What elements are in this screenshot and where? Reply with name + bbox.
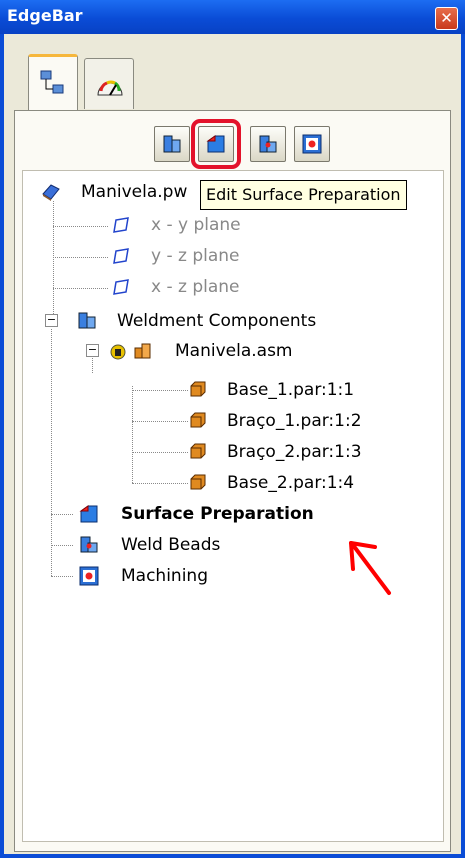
pathfinder-tree: Manivela.pw x - y plane y - z plane x - …	[22, 170, 444, 842]
edit-surface-preparation-button[interactable]	[191, 119, 241, 169]
window-title: EdgeBar	[7, 6, 83, 25]
tooltip: Edit Surface Preparation	[200, 180, 407, 210]
gauge-icon	[97, 80, 123, 96]
weld-beads-icon	[259, 135, 277, 153]
tree-item-label: Weld Beads	[121, 535, 221, 555]
tab-pathfinder[interactable]	[28, 54, 78, 114]
surface-preparation-icon	[79, 505, 98, 523]
weldment-components-icon	[78, 312, 96, 329]
machining-button[interactable]	[294, 126, 330, 162]
tree-item-label: Surface Preparation	[121, 504, 314, 524]
lock-status-icon	[110, 344, 126, 360]
collapse-toggle[interactable]: −	[86, 344, 99, 357]
tab-gauge[interactable]	[84, 58, 134, 109]
close-button[interactable]: ✕	[435, 7, 458, 30]
part-icon	[190, 474, 206, 490]
tree-item-label: x - y plane	[151, 215, 241, 235]
tree-item-label: Machining	[121, 566, 208, 586]
red-arrow-icon	[349, 541, 391, 595]
pathfinder-tree-icon	[40, 70, 64, 94]
machining-icon	[79, 566, 99, 586]
plane-icon	[113, 248, 129, 264]
tree-item-label: Manivela.asm	[175, 341, 293, 361]
title-bar: EdgeBar ✕	[0, 0, 465, 34]
weldment-document-icon	[42, 184, 60, 201]
assembly-icon	[134, 343, 151, 359]
collapse-toggle[interactable]: −	[45, 314, 58, 327]
part-icon	[190, 412, 206, 428]
tree-item-label: Weldment Components	[117, 311, 317, 331]
weldment-components-icon	[163, 135, 181, 153]
tree-item-label: x - z plane	[151, 277, 240, 297]
tree-item-label: y - z plane	[151, 246, 240, 266]
weldment-components-button[interactable]	[154, 126, 190, 162]
tree-item-label: Manivela.pw	[81, 182, 188, 202]
tree-item-label: Base_1.par:1:1	[227, 380, 355, 400]
tree-item-label: Braço_1.par:1:2	[227, 411, 362, 431]
plane-icon	[113, 217, 129, 233]
tree-item-label: Base_2.par:1:4	[227, 473, 355, 493]
part-icon	[190, 381, 206, 397]
part-icon	[190, 443, 206, 459]
weld-beads-icon	[80, 536, 98, 553]
weld-beads-button[interactable]	[250, 126, 286, 162]
plane-icon	[113, 279, 129, 295]
machining-icon	[302, 134, 322, 154]
tree-item-label: Braço_2.par:1:3	[227, 442, 362, 462]
surface-preparation-icon	[206, 135, 225, 153]
